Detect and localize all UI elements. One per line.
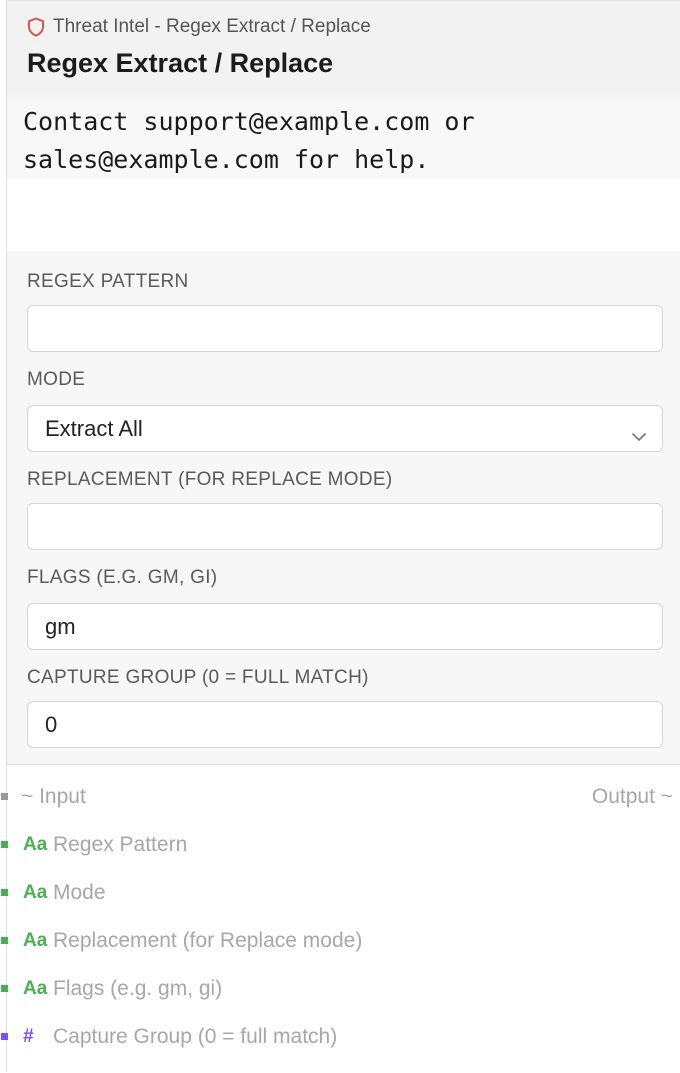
output-label: Output ~ <box>591 785 673 808</box>
preview-text: Contact support@example.com or sales@exa… <box>7 101 680 179</box>
port-replacement: Aa Replacement (for Replace mode) <box>1 926 680 956</box>
port-name: Mode <box>53 881 106 904</box>
string-type-icon: Aa <box>23 882 48 903</box>
io-row: ~ Input Output ~ <box>1 782 680 812</box>
mode-select[interactable]: Extract All <box>27 405 663 452</box>
regex-pattern-input[interactable] <box>27 305 663 352</box>
string-type-icon: Aa <box>23 978 48 999</box>
port-handle[interactable] <box>1 1033 8 1040</box>
port-name: Capture Group (0 = full match) <box>53 1025 338 1048</box>
capture-group-label: CAPTURE GROUP (0 = FULL MATCH) <box>27 667 369 688</box>
string-type-icon: Aa <box>23 834 48 855</box>
input-preview: Contact support@example.com or sales@exa… <box>7 101 680 251</box>
flags-input[interactable]: gm <box>27 603 663 650</box>
breadcrumb-text: Threat Intel - Regex Extract / Replace <box>53 16 371 37</box>
port-name: Flags (e.g. gm, gi) <box>53 977 223 1000</box>
chevron-down-icon <box>632 422 646 448</box>
port-handle[interactable] <box>1 985 8 992</box>
ports-section: ~ Input Output ~ Aa Regex Pattern Aa Mod… <box>1 765 680 1073</box>
input-label: ~ Input <box>21 785 86 808</box>
number-type-icon: # <box>23 1026 34 1047</box>
port-handle[interactable] <box>1 937 8 944</box>
port-regex-pattern: Aa Regex Pattern <box>1 830 680 860</box>
flags-label: FLAGS (E.G. GM, GI) <box>27 567 218 588</box>
node-title: Regex Extract / Replace <box>27 48 334 78</box>
mode-selected-value: Extract All <box>45 415 143 441</box>
port-mode: Aa Mode <box>1 878 680 908</box>
port-flags: Aa Flags (e.g. gm, gi) <box>1 974 680 1004</box>
input-handle[interactable] <box>1 793 8 800</box>
mode-label: MODE <box>27 369 86 390</box>
port-handle[interactable] <box>1 889 8 896</box>
capture-group-input[interactable]: 0 <box>27 701 663 748</box>
regex-node: Threat Intel - Regex Extract / Replace R… <box>1 0 680 1073</box>
port-name: Regex Pattern <box>53 833 188 856</box>
port-handle[interactable] <box>1 841 8 848</box>
breadcrumb: Threat Intel - Regex Extract / Replace <box>27 14 371 40</box>
port-capture-group: # Capture Group (0 = full match) <box>1 1022 680 1052</box>
string-type-icon: Aa <box>23 930 48 951</box>
replacement-label: REPLACEMENT (FOR REPLACE MODE) <box>27 469 393 490</box>
shield-icon <box>27 17 45 37</box>
node-header: Threat Intel - Regex Extract / Replace R… <box>7 1 680 95</box>
regex-pattern-label: REGEX PATTERN <box>27 271 189 292</box>
replacement-input[interactable] <box>27 503 663 550</box>
port-name: Replacement (for Replace mode) <box>53 929 363 952</box>
